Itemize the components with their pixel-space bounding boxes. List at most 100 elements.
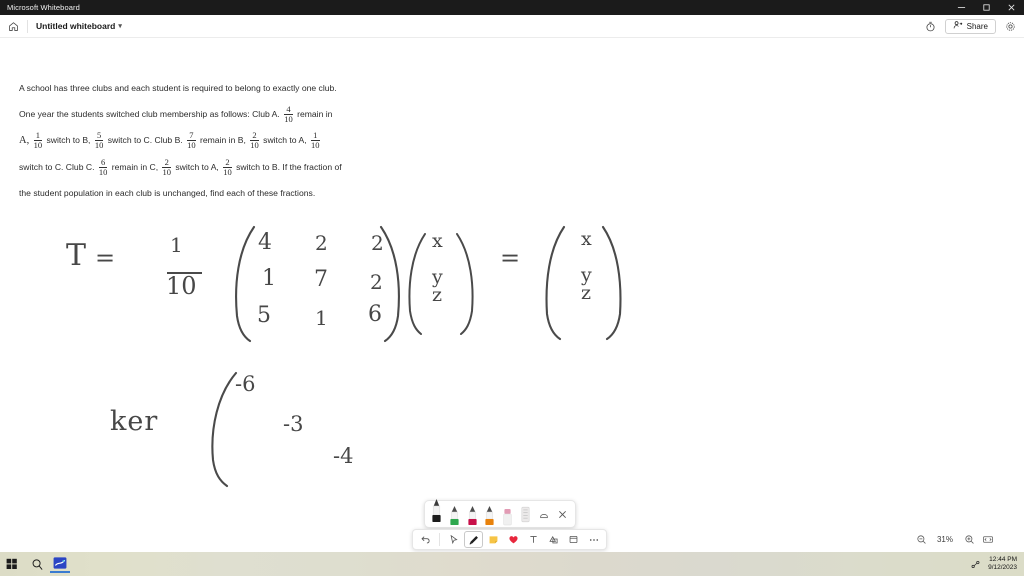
share-button[interactable]: Share [944, 18, 996, 34]
problem-line-3-e: switch to A, [263, 135, 307, 145]
highlighter-pink-icon [503, 509, 512, 526]
zoom-in-icon [964, 534, 974, 544]
fraction-numerator: 7 [189, 129, 194, 140]
fraction-1-10-a: 1 10 [33, 130, 43, 150]
ink-scalar-numerator: 1 [170, 233, 183, 257]
pen-black[interactable] [429, 498, 445, 524]
network-icon[interactable] [968, 557, 982, 571]
pen-red[interactable] [464, 501, 480, 527]
ink-matrix-r1c1: 7 [314, 267, 328, 292]
taskbar-search-button[interactable] [24, 552, 50, 576]
fraction-numerator: 2 [225, 156, 230, 167]
undo-icon [421, 536, 430, 544]
fraction-4-10: 4 10 [284, 103, 293, 124]
problem-line-3-c: switch to C. Club B. [107, 135, 183, 145]
ink-ker-label: ker [110, 406, 159, 437]
document-title[interactable]: Untitled whiteboard ▾ [34, 21, 122, 31]
windows-start-icon [6, 558, 17, 569]
fit-to-screen-button[interactable] [980, 531, 996, 547]
fraction-denominator: 10 [187, 139, 196, 150]
network-glyph-icon [971, 560, 980, 568]
gear-icon[interactable] [1003, 19, 1017, 33]
shapes-icon [549, 536, 558, 544]
whiteboard-command-bar: Untitled whiteboard ▾ Share [0, 15, 1024, 38]
pen-icon [469, 535, 478, 545]
close-palette-button[interactable] [554, 501, 571, 527]
text-tool[interactable] [524, 531, 543, 548]
whiteboard-app-window: Microsoft Whiteboard Untitled whiteboard… [0, 0, 1024, 576]
share-person-icon [953, 20, 963, 32]
ruler-icon [540, 514, 549, 519]
taskbar-clock[interactable]: 12:44 PM 9/12/2023 [988, 556, 1017, 572]
fraction-7-10: 7 10 [187, 129, 196, 150]
close-button[interactable] [999, 0, 1024, 15]
ink-matrix-r2c1: 1 [315, 306, 328, 330]
problem-line-4: switch to C. Club C. 6 10 remain in C, 2… [19, 154, 439, 180]
zoom-level-label[interactable]: 31% [932, 535, 958, 544]
shapes-tool[interactable] [544, 531, 563, 548]
ink-vector-left-close-paren [456, 233, 474, 335]
search-icon [32, 558, 42, 570]
zoom-out-button[interactable] [913, 531, 929, 547]
window-controls [949, 0, 1024, 15]
pen-orange[interactable] [482, 501, 498, 527]
fraction-denominator: 10 [94, 139, 104, 150]
toolbar-divider [439, 533, 440, 546]
zoom-controls: 31% [913, 529, 996, 549]
undo-button[interactable] [416, 531, 435, 548]
ellipsis-icon [589, 538, 598, 541]
share-label: Share [966, 21, 988, 31]
fraction-numerator: 2 [164, 156, 169, 167]
ink-vector-right-paren [545, 225, 566, 341]
windows-taskbar: 12:44 PM 9/12/2023 [0, 552, 1024, 576]
fraction-denominator: 10 [250, 139, 259, 150]
problem-statement-text: A school has three clubs and each studen… [19, 75, 439, 206]
text-icon [530, 536, 537, 543]
problem-line-3-d: remain in B, [200, 135, 246, 145]
timer-icon[interactable] [924, 19, 938, 33]
select-tool[interactable] [444, 531, 463, 548]
eraser-tool[interactable] [517, 501, 534, 527]
fraction-6-10: 6 10 [98, 157, 108, 177]
pen-green[interactable] [447, 501, 463, 527]
pen-red-icon [467, 506, 477, 525]
chevron-down-icon[interactable]: ▾ [118, 22, 122, 30]
clock-date: 9/12/2023 [988, 564, 1017, 571]
more-tools-button[interactable] [584, 531, 603, 548]
ink-equals-1: = [95, 244, 116, 272]
reaction-tool[interactable] [504, 531, 523, 548]
fraction-numerator: 5 [96, 129, 102, 140]
ink-scalar-denominator: 10 [166, 272, 197, 300]
home-icon[interactable] [5, 18, 21, 34]
start-button[interactable] [0, 552, 24, 576]
fraction-1-10-b: 1 10 [311, 129, 320, 150]
image-tool[interactable] [564, 531, 583, 548]
pen-tool[interactable] [464, 531, 483, 548]
highlighter-pink[interactable] [500, 501, 516, 527]
ruler-tool[interactable] [536, 501, 553, 527]
problem-line-3-b: switch to B, [46, 135, 91, 145]
sticky-note-tool[interactable] [484, 531, 503, 548]
taskbar-whiteboard-app[interactable] [50, 555, 70, 573]
ink-vector-right-z: z [581, 282, 592, 304]
pen-green-icon [450, 506, 459, 525]
maximize-button[interactable] [974, 0, 999, 15]
pen-palette-flyout [424, 498, 576, 528]
fraction-numerator: 1 [313, 129, 318, 140]
minimize-button[interactable] [949, 0, 974, 15]
fraction-numerator: 4 [286, 103, 291, 114]
problem-line-4-d: switch to B. If the fraction of [236, 162, 342, 172]
command-bar-left: Untitled whiteboard ▾ [0, 18, 122, 34]
problem-line-2-b: remain in [297, 109, 333, 119]
problem-line-5: the student population in each club is u… [19, 188, 316, 198]
command-bar-right: Share [924, 18, 1024, 34]
zoom-in-button[interactable] [961, 531, 977, 547]
fraction-5-10: 5 10 [94, 129, 104, 150]
whiteboard-canvas[interactable]: A school has three clubs and each studen… [0, 38, 1024, 552]
ink-matrix-r1c0: 1 [262, 266, 276, 291]
fraction-denominator: 10 [98, 166, 108, 177]
fraction-2-10-a: 2 10 [250, 130, 259, 150]
fraction-denominator: 10 [311, 139, 320, 150]
ink-T-label: T [66, 238, 87, 273]
taskbar-system-tray: 12:44 PM 9/12/2023 [968, 556, 1024, 572]
